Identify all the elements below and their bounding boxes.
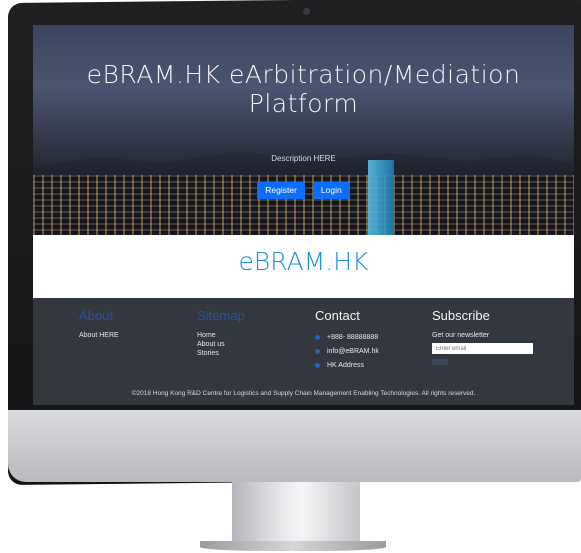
contact-email-text: info@eBRAM.hk	[327, 348, 379, 355]
mail-icon	[315, 349, 320, 354]
phone-icon	[315, 335, 320, 340]
monitor-chin	[8, 410, 581, 482]
about-heading: About	[79, 308, 113, 323]
subscribe-button[interactable]	[432, 359, 448, 365]
monitor-base	[200, 541, 386, 551]
footer-sitemap: Sitemap Home About us Stories	[197, 308, 245, 358]
brand-band: eBRAM.HK	[33, 235, 574, 298]
screen: eBRAM.HK eArbitration/Mediation Platform…	[33, 25, 574, 405]
brand-title: eBRAM.HK	[238, 247, 369, 276]
contact-address: HK Address	[315, 359, 379, 373]
subscribe-text: Get our newsletter	[432, 332, 490, 339]
copyright-text: ©2018 Hong Kong R&D Centre for Logistics…	[131, 390, 476, 397]
footer: About About HERE Sitemap Home About us S…	[33, 298, 574, 405]
sitemap-heading: Sitemap	[197, 308, 245, 323]
footer-contact: Contact +888- 88888888 info@eBRAM.hk HK …	[315, 308, 379, 373]
footer-subscribe: Subscribe Get our newsletter	[432, 308, 533, 365]
location-icon	[315, 363, 320, 368]
webcam-icon	[303, 7, 310, 15]
hero-title: eBRAM.HK eArbitration/Mediation Platform	[86, 60, 521, 118]
hero-actions: Register Login	[33, 182, 574, 199]
login-button[interactable]: Login	[312, 182, 350, 199]
register-button[interactable]: Register	[257, 182, 305, 199]
about-text: About HERE	[79, 332, 119, 339]
contact-email[interactable]: info@eBRAM.hk	[315, 345, 379, 359]
contact-phone: +888- 88888888	[315, 331, 379, 345]
subscribe-heading: Subscribe	[432, 308, 490, 323]
sitemap-link-home[interactable]: Home	[197, 331, 245, 340]
hero-description: Description HERE	[271, 154, 336, 163]
contact-heading: Contact	[315, 308, 360, 323]
contact-phone-text: +888- 88888888	[327, 334, 379, 341]
monitor-stand	[232, 482, 360, 544]
hero-section: eBRAM.HK eArbitration/Mediation Platform…	[33, 25, 574, 235]
subscribe-email-input[interactable]	[432, 343, 533, 354]
sitemap-link-about-us[interactable]: About us	[197, 340, 245, 349]
footer-about: About About HERE	[79, 308, 119, 340]
contact-address-text: HK Address	[327, 362, 364, 369]
sitemap-link-stories[interactable]: Stories	[197, 349, 245, 358]
